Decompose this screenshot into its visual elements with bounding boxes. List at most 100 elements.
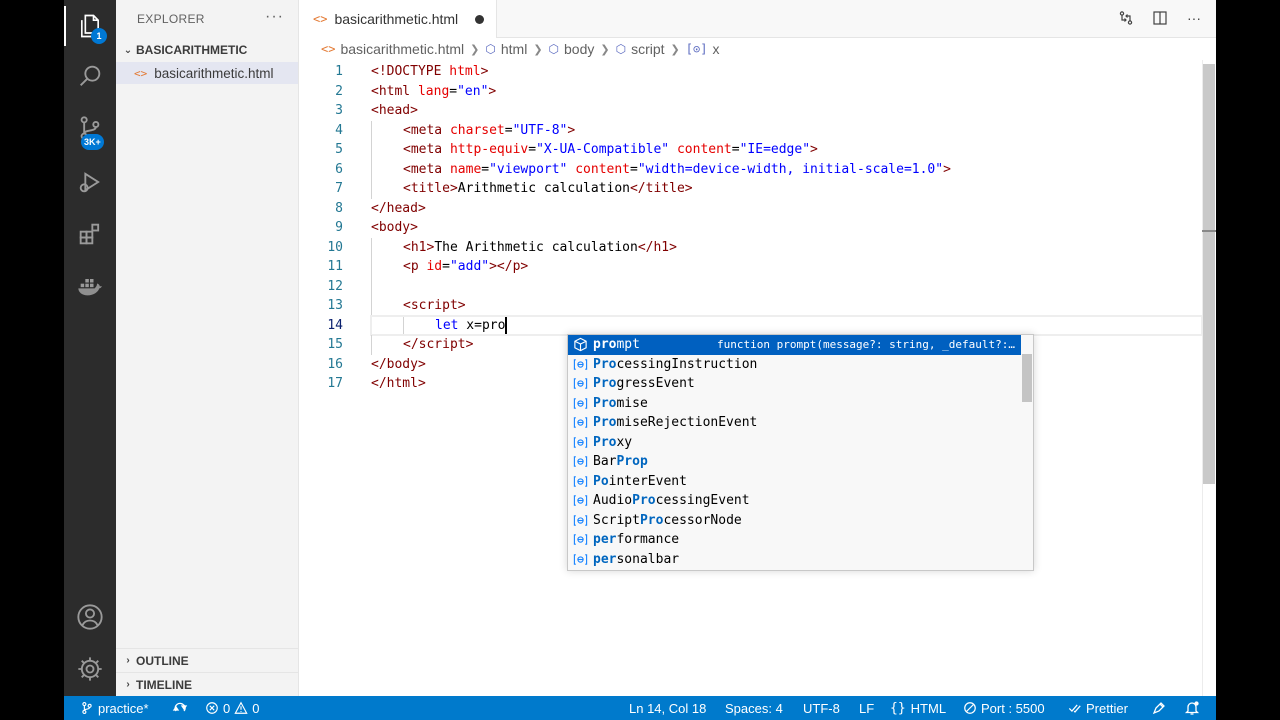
line-number: 3 xyxy=(335,103,343,118)
suggestion-item[interactable]: PointerEvent xyxy=(568,472,1021,492)
account-icon[interactable] xyxy=(64,593,116,641)
autocomplete-suggestions: prompt function prompt(message?: string, … xyxy=(567,334,1034,571)
more-actions-icon[interactable]: ··· xyxy=(1184,8,1204,28)
tab-label: basicarithmetic.html xyxy=(334,11,459,27)
line-number: 11 xyxy=(327,259,343,274)
suggestion-detail: function prompt(message?: string, _defau… xyxy=(716,338,1015,352)
docker-icon[interactable] xyxy=(64,262,116,310)
error-count: 0 xyxy=(223,700,231,716)
prettier-formatter[interactable]: Prettier xyxy=(1068,696,1128,720)
symbol-variable-icon xyxy=(572,376,588,392)
suggestion-item[interactable]: ProgressEvent xyxy=(568,374,1021,394)
outline-section[interactable]: › OUTLINE xyxy=(116,648,298,672)
split-editor-icon[interactable] xyxy=(1150,8,1170,28)
cursor-position[interactable]: Ln 14, Col 18 xyxy=(629,696,706,720)
suggestion-item[interactable]: Proxy xyxy=(568,433,1021,453)
suggestion-item[interactable]: ProcessingInstruction xyxy=(568,355,1021,375)
code-line: <html lang="en"> xyxy=(371,83,497,99)
vertical-scrollbar[interactable] xyxy=(1202,60,1216,696)
code-line: <meta charset="UTF-8"> xyxy=(371,120,1202,140)
tab-basicarithmetic-html[interactable]: <> basicarithmetic.html xyxy=(299,0,497,38)
label-suffix: xy xyxy=(616,434,633,450)
html-file-icon: <> xyxy=(134,66,148,80)
breadcrumb-x[interactable]: [⊙] x xyxy=(686,41,720,57)
activity-bar: 1 3K+ xyxy=(64,0,116,696)
symbol-variable-icon: [⊙] xyxy=(685,42,708,56)
explorer-sidebar: EXPLORER ··· ⌄ BASICARITHMETIC <> basica… xyxy=(116,0,299,696)
encoding[interactable]: UTF-8 xyxy=(803,696,840,720)
unsaved-dot-icon[interactable] xyxy=(475,15,484,24)
line-number: 10 xyxy=(327,239,343,255)
line-number: 6 xyxy=(335,161,343,177)
suggestion-label: ScriptProcessorNode xyxy=(593,513,742,528)
chevron-right-icon: ❯ xyxy=(600,43,610,56)
label-prefix: Script xyxy=(593,512,640,528)
live-server-port[interactable]: Port : 5500 xyxy=(963,696,1045,720)
language-mode[interactable]: {} HTML xyxy=(890,696,946,720)
label-match: Pro xyxy=(632,493,656,509)
suggestion-item[interactable]: prompt function prompt(message?: string, … xyxy=(568,335,1021,355)
breadcrumb-file[interactable]: <> basicarithmetic.html xyxy=(321,41,464,57)
breadcrumb-script[interactable]: ⬡ script xyxy=(616,41,665,57)
timeline-section[interactable]: › TIMELINE xyxy=(116,672,298,696)
more-actions-icon[interactable]: ··· xyxy=(265,8,284,26)
code-line: <title>Arithmetic calculation</title> xyxy=(371,179,1202,199)
label-match: Prop xyxy=(616,454,648,470)
breadcrumb: <> basicarithmetic.html ❯ ⬡ html ❯ ⬡ bod… xyxy=(299,38,1216,60)
suggestion-label: AudioProcessingEvent xyxy=(593,493,750,508)
indentation[interactable]: Spaces: 4 xyxy=(725,696,783,720)
suggestion-item[interactable]: ScriptProcessorNode xyxy=(568,511,1021,531)
extensions-icon[interactable] xyxy=(64,210,116,258)
symbol-variable-icon xyxy=(572,454,588,470)
suggestion-item[interactable]: PromiseRejectionEvent xyxy=(568,413,1021,433)
suggestion-label: personalbar xyxy=(593,552,679,567)
code-line: <meta name="viewport" content="width=dev… xyxy=(371,159,1202,179)
scrollbar-thumb[interactable] xyxy=(1203,64,1215,484)
label-match: Po xyxy=(593,473,609,489)
source-control-icon[interactable]: 3K+ xyxy=(64,104,116,152)
breadcrumb-label: x xyxy=(712,41,720,57)
file-basicarithmetic-html[interactable]: <> basicarithmetic.html xyxy=(116,62,298,84)
suggestion-item[interactable]: personalbar xyxy=(568,550,1021,570)
explorer-icon[interactable]: 1 xyxy=(64,2,116,50)
label-suffix: miseRejectionEvent xyxy=(616,415,758,431)
end-of-line[interactable]: LF xyxy=(859,696,874,720)
settings-gear-icon[interactable] xyxy=(64,645,116,693)
label-suffix: cessingInstruction xyxy=(616,356,758,372)
suggestion-item[interactable]: Promise xyxy=(568,394,1021,414)
run-debug-icon[interactable] xyxy=(64,158,116,206)
feedback-icon[interactable] xyxy=(1151,696,1171,720)
compare-changes-icon[interactable] xyxy=(1116,8,1136,28)
suggestion-item[interactable]: performance xyxy=(568,530,1021,550)
breadcrumb-body[interactable]: ⬡ body xyxy=(549,41,595,57)
symbol-variable-icon xyxy=(572,532,588,548)
folder-label: BASICARITHMETIC xyxy=(136,43,248,57)
folder-basicarithmetic[interactable]: ⌄ BASICARITHMETIC xyxy=(116,40,298,60)
outline-label: OUTLINE xyxy=(136,653,189,668)
symbol-element-icon: ⬡ xyxy=(548,42,560,56)
suggestion-scrollbar-thumb[interactable] xyxy=(1022,354,1032,402)
code-line: <script> xyxy=(371,296,1202,316)
problems-indicator[interactable]: 0 0 xyxy=(205,696,259,720)
breadcrumb-html[interactable]: ⬡ html xyxy=(485,41,527,57)
line-number: 12 xyxy=(327,278,343,294)
symbol-variable-icon xyxy=(572,434,588,450)
branch-indicator[interactable]: practice* xyxy=(80,696,149,720)
label-suffix: interEvent xyxy=(608,473,687,489)
vscode-window: 1 3K+ EXPLORER ··· ⌄ BASICARITHMETIC <> … xyxy=(64,0,1216,720)
line-number: 2 xyxy=(335,83,343,99)
scrollbar-cursor-marker xyxy=(1202,230,1216,232)
label-match: Pro xyxy=(593,356,617,372)
chevron-down-icon: ⌄ xyxy=(123,44,133,56)
label-match: per xyxy=(593,532,617,548)
html-file-icon: <> xyxy=(321,42,336,56)
notifications-bell-icon[interactable] xyxy=(1184,696,1204,720)
search-icon[interactable] xyxy=(64,52,116,100)
suggestion-item[interactable]: AudioProcessingEvent xyxy=(568,491,1021,511)
label-match: Pro xyxy=(593,434,617,450)
language-label: HTML xyxy=(910,700,947,716)
line-number: 17 xyxy=(327,376,343,391)
sync-icon[interactable] xyxy=(172,696,192,720)
braces-icon: {} xyxy=(890,700,906,716)
suggestion-item[interactable]: BarProp xyxy=(568,452,1021,472)
